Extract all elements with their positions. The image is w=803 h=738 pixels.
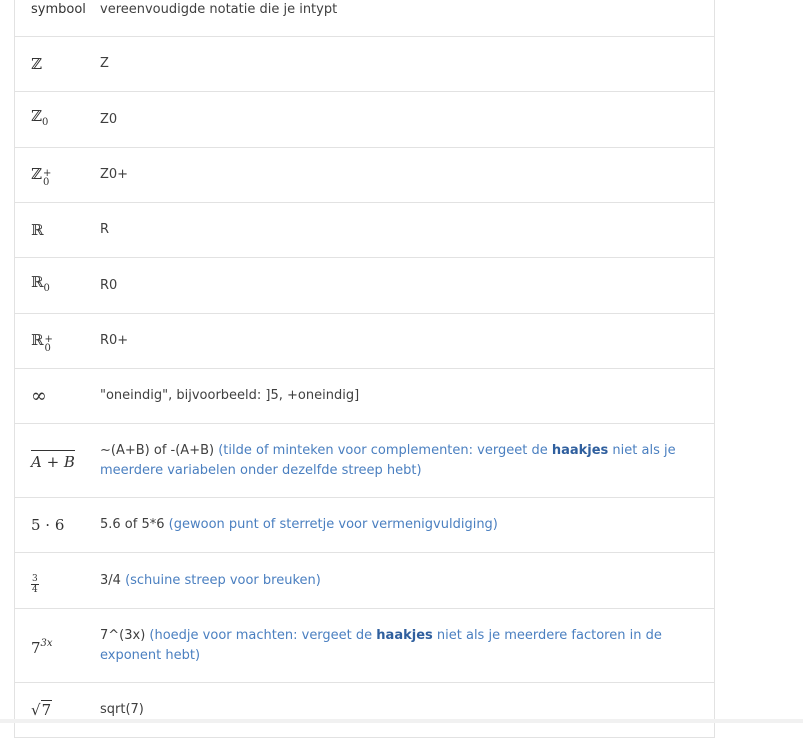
table-row: 34 3/4 (schuine streep voor breuken) xyxy=(15,553,714,609)
header-symbol: symbool xyxy=(31,2,86,17)
table-row: ℝ R xyxy=(15,203,714,258)
symbol-integers-zero-plus: ℤ+ 0 xyxy=(31,164,52,188)
table-header: symbool vereenvoudigde notatie die je in… xyxy=(15,0,714,37)
symbol-multiplication: 5 · 6 xyxy=(31,516,65,534)
notation-text: ~(A+B) of -(A+B) (tilde of minteken voor… xyxy=(100,442,676,478)
notation-text: 7^(3x) (hoedje voor machten: vergeet de … xyxy=(100,627,662,663)
notation-text: "oneindig", bijvoorbeeld: ]5, +oneindig] xyxy=(100,388,360,403)
notation-text: 3/4 (schuine streep voor breuken) xyxy=(100,572,321,588)
symbol-integers: ℤ xyxy=(31,55,42,73)
notation-text: sqrt(7) xyxy=(100,702,144,717)
symbol-reals-zero-plus: ℝ+ 0 xyxy=(31,330,53,354)
symbol-integers-zero: ℤ0 xyxy=(31,107,49,128)
header-notation: vereenvoudigde notatie die je intypt xyxy=(100,2,338,17)
hint-text: (gewoon punt of sterretje voor vermenigv… xyxy=(168,517,498,532)
notation-text: Z0 xyxy=(100,111,118,127)
table-row: ℤ+ 0 Z0+ xyxy=(15,148,714,203)
notation-text: R0 xyxy=(100,277,118,293)
notation-text: Z xyxy=(100,56,109,71)
notation-text: R xyxy=(100,222,110,237)
symbol-infinity: ∞ xyxy=(31,384,47,407)
table-row: ℝ+ 0 R0+ xyxy=(15,314,714,369)
symbol-reals-zero: ℝ0 xyxy=(31,273,50,294)
table-row: 5 · 6 5.6 of 5*6 (gewoon punt of sterret… xyxy=(15,498,714,553)
notation-table: symbool vereenvoudigde notatie die je in… xyxy=(14,0,715,738)
table-row: 73x 7^(3x) (hoedje voor machten: vergeet… xyxy=(15,609,714,683)
bottom-edge xyxy=(0,719,803,723)
table-row: √7 sqrt(7) xyxy=(15,683,714,738)
symbol-square-root: √7 xyxy=(31,700,53,719)
table-row: A + B ~(A+B) of -(A+B) (tilde of minteke… xyxy=(15,424,714,498)
symbol-fraction: 34 xyxy=(31,574,39,595)
hint-text: (schuine streep voor breuken) xyxy=(125,572,321,588)
table-row: ℤ0 Z0 xyxy=(15,92,714,148)
table-row: ∞ "oneindig", bijvoorbeeld: ]5, +oneindi… xyxy=(15,369,714,424)
symbol-power: 73x xyxy=(31,637,53,657)
symbol-complement: A + B xyxy=(15,449,100,472)
notation-text: 5.6 of 5*6 (gewoon punt of sterretje voo… xyxy=(100,517,498,532)
symbol-reals: ℝ xyxy=(31,221,44,239)
table-row: ℝ0 R0 xyxy=(15,258,714,314)
notation-text: R0+ xyxy=(100,333,129,348)
hint-text: (hoedje voor machten: vergeet de haakjes… xyxy=(100,627,662,663)
table-row: ℤ Z xyxy=(15,37,714,92)
notation-text: Z0+ xyxy=(100,167,129,182)
